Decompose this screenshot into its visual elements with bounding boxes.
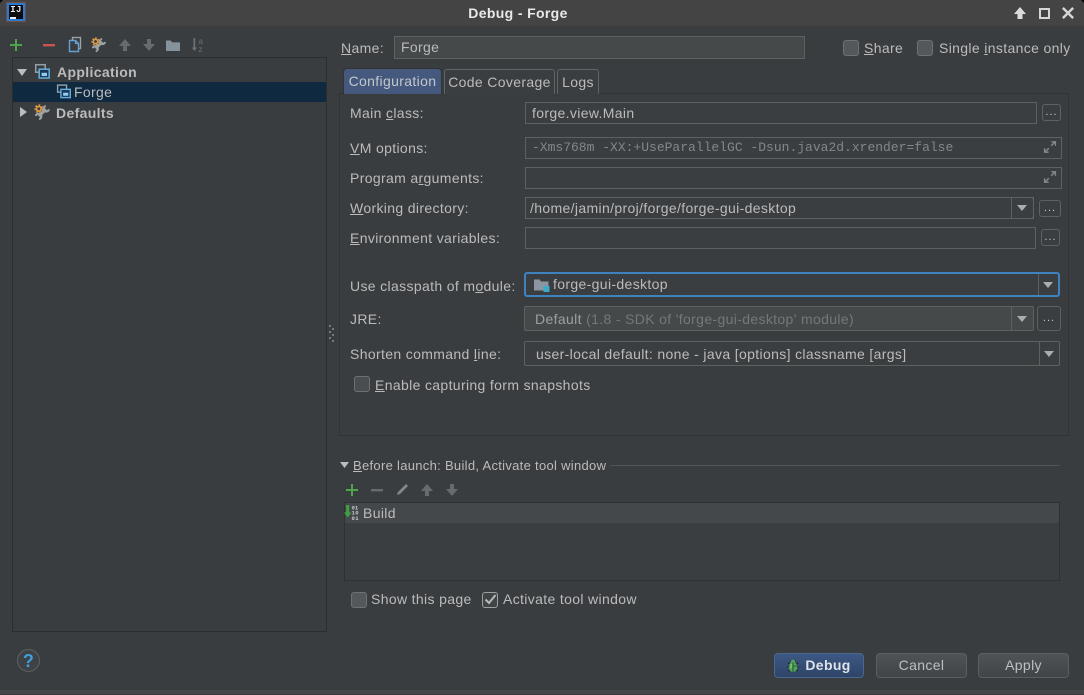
svg-text:01: 01 xyxy=(352,515,360,520)
svg-text:z: z xyxy=(199,45,203,53)
